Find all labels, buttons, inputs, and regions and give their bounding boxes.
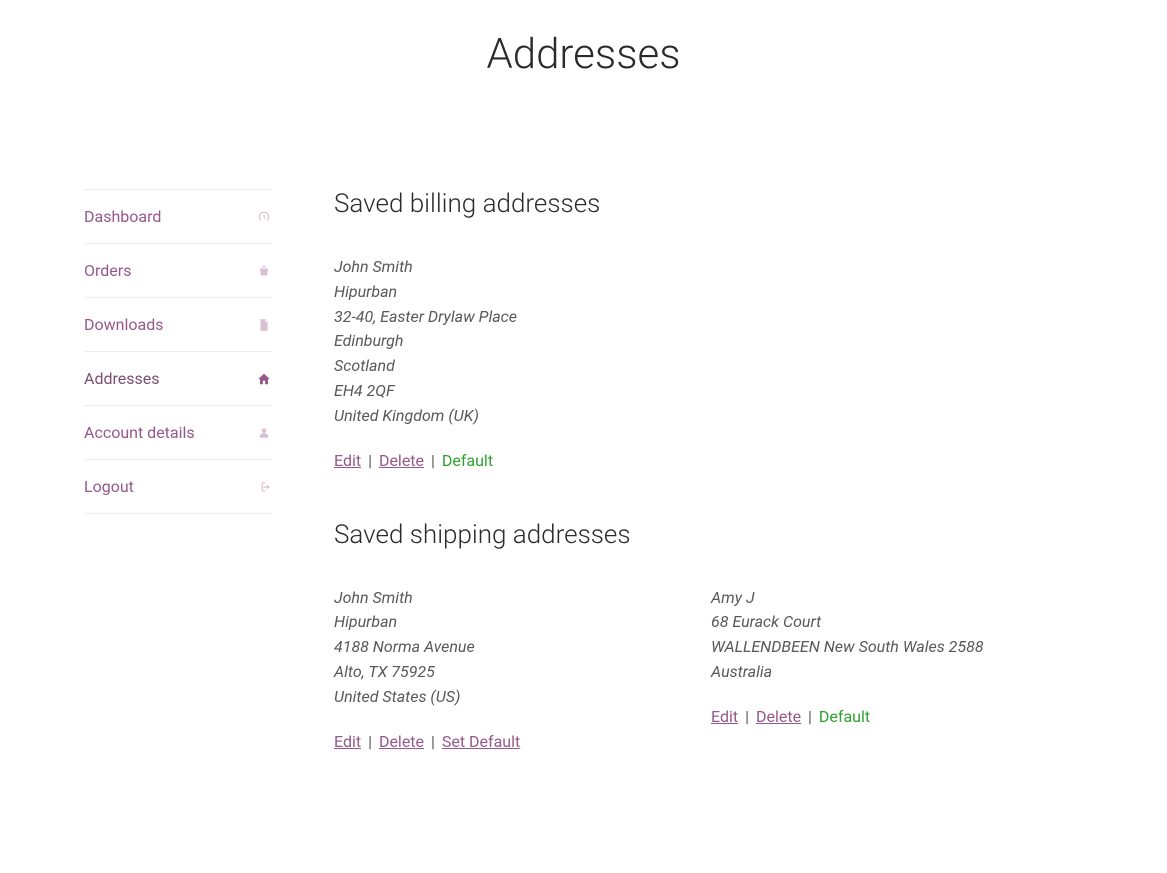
address-line: EH4 2QF <box>334 379 671 404</box>
address-text: John Smith Hipurban 4188 Norma Avenue Al… <box>334 586 671 710</box>
separator: | <box>431 732 435 751</box>
sidebar-item-orders[interactable]: Orders <box>84 244 272 297</box>
file-icon <box>256 317 272 333</box>
sidebar-item-label: Orders <box>84 261 131 280</box>
sidebar-item-label: Logout <box>84 477 134 496</box>
user-icon <box>256 425 272 441</box>
address-actions: Edit | Delete | Set Default <box>334 732 671 751</box>
dashboard-icon <box>256 209 272 225</box>
sidebar-item-account-details[interactable]: Account details <box>84 406 272 459</box>
logout-icon <box>256 479 272 495</box>
separator: | <box>368 732 372 751</box>
shipping-section-title: Saved shipping addresses <box>334 520 1083 550</box>
sidebar-item-logout[interactable]: Logout <box>84 460 272 513</box>
default-label: Default <box>442 451 493 470</box>
default-label: Default <box>819 707 870 726</box>
address-line: Alto, TX 75925 <box>334 660 671 685</box>
sidebar-item-downloads[interactable]: Downloads <box>84 298 272 351</box>
address-line: John Smith <box>334 255 671 280</box>
edit-link[interactable]: Edit <box>711 707 738 726</box>
sidebar-item-label: Downloads <box>84 315 163 334</box>
address-text: Amy J 68 Eurack Court WALLENDBEEN New So… <box>711 586 1048 685</box>
set-default-link[interactable]: Set Default <box>442 732 520 751</box>
separator: | <box>431 451 435 470</box>
sidebar-item-addresses[interactable]: Addresses <box>84 352 272 405</box>
address-actions: Edit | Delete | Default <box>334 451 671 470</box>
separator: | <box>745 707 749 726</box>
address-text: John Smith Hipurban 32-40, Easter Drylaw… <box>334 255 671 429</box>
address-line: Hipurban <box>334 610 671 635</box>
shipping-address-card: John Smith Hipurban 4188 Norma Avenue Al… <box>334 586 671 751</box>
home-icon <box>256 371 272 387</box>
delete-link[interactable]: Delete <box>379 732 424 751</box>
delete-link[interactable]: Delete <box>756 707 801 726</box>
sidebar-item-label: Addresses <box>84 369 160 388</box>
basket-icon <box>256 263 272 279</box>
billing-section-title: Saved billing addresses <box>334 189 1083 219</box>
sidebar-item-label: Dashboard <box>84 207 161 226</box>
page-title: Addresses <box>0 30 1167 79</box>
account-sidebar: Dashboard Orders <box>84 189 272 751</box>
address-line: John Smith <box>334 586 671 611</box>
address-line: 32-40, Easter Drylaw Place <box>334 305 671 330</box>
address-line: Hipurban <box>334 280 671 305</box>
sidebar-item-dashboard[interactable]: Dashboard <box>84 190 272 243</box>
shipping-address-card: Amy J 68 Eurack Court WALLENDBEEN New So… <box>711 586 1048 751</box>
main-content: Saved billing addresses John Smith Hipur… <box>334 189 1167 751</box>
address-line: Edinburgh <box>334 329 671 354</box>
separator: | <box>368 451 372 470</box>
address-line: Australia <box>711 660 1048 685</box>
address-line: 4188 Norma Avenue <box>334 635 671 660</box>
address-line: Scotland <box>334 354 671 379</box>
address-line: WALLENDBEEN New South Wales 2588 <box>711 635 1048 660</box>
address-line: United States (US) <box>334 685 671 710</box>
address-line: Amy J <box>711 586 1048 611</box>
edit-link[interactable]: Edit <box>334 732 361 751</box>
address-line: 68 Eurack Court <box>711 610 1048 635</box>
separator: | <box>808 707 812 726</box>
delete-link[interactable]: Delete <box>379 451 424 470</box>
address-actions: Edit | Delete | Default <box>711 707 1048 726</box>
address-line: United Kingdom (UK) <box>334 404 671 429</box>
sidebar-item-label: Account details <box>84 423 195 442</box>
billing-address-card: John Smith Hipurban 32-40, Easter Drylaw… <box>334 255 671 470</box>
edit-link[interactable]: Edit <box>334 451 361 470</box>
